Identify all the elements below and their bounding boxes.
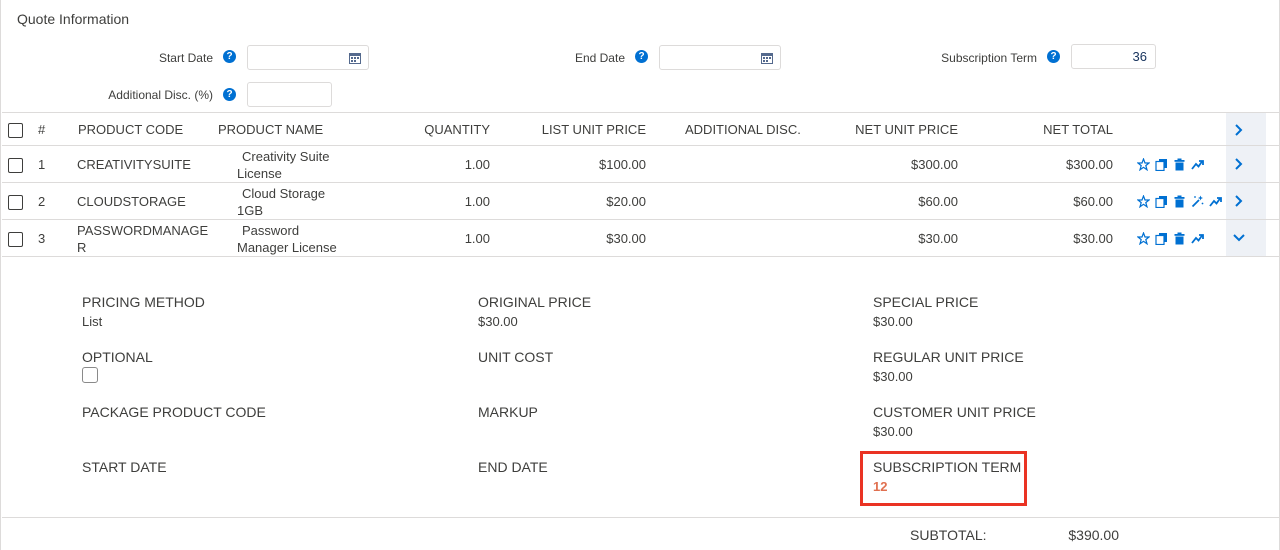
table-top-border (2, 112, 1280, 113)
start-date-help-icon[interactable]: ? (223, 50, 236, 63)
row-actions (1137, 232, 1204, 245)
additional-disc-label: Additional Disc. (%) (108, 88, 213, 102)
row-divider (2, 182, 1280, 183)
product-name: Creativity Suite License (237, 149, 330, 181)
net-total: $30.00 (1073, 231, 1113, 246)
row-actions (1137, 158, 1204, 171)
chevron-down-icon[interactable] (1232, 231, 1246, 245)
calendar-icon[interactable] (761, 52, 773, 64)
customer-unit-price-label: CUSTOMER UNIT PRICE (873, 404, 1036, 420)
quote-line-editor: Quote Information Start Date ? End Date … (0, 0, 1280, 550)
customer-unit-price-value: $30.00 (873, 424, 913, 439)
net-total: $300.00 (1066, 157, 1113, 172)
product-code: PASSWORDMANAGER (77, 223, 209, 255)
row-checkbox[interactable] (8, 232, 23, 247)
unit-cost-label: UNIT COST (478, 349, 554, 365)
list-unit-price: $100.00 (599, 157, 646, 172)
row-number: 1 (38, 157, 46, 172)
quantity[interactable]: 1.00 (390, 231, 490, 246)
trash-icon[interactable] (1173, 158, 1186, 171)
trend-icon[interactable] (1209, 195, 1222, 208)
package-product-code-label: PACKAGE PRODUCT CODE (82, 404, 266, 420)
subscription-term-value: 36 (1132, 49, 1147, 64)
list-unit-price: $20.00 (606, 194, 646, 209)
row-checkbox[interactable] (8, 158, 23, 173)
chevron-right-icon[interactable] (1232, 157, 1246, 171)
subtotal-value: $390.00 (1068, 527, 1119, 543)
row-divider (2, 219, 1280, 220)
trash-icon[interactable] (1173, 232, 1186, 245)
star-icon[interactable] (1137, 195, 1150, 208)
clone-icon[interactable] (1155, 232, 1168, 245)
subscription-term-label: Subscription Term (941, 51, 1037, 65)
quantity[interactable]: 1.00 (390, 194, 490, 209)
star-icon[interactable] (1137, 232, 1150, 245)
special-price-label: SPECIAL PRICE (873, 294, 979, 310)
end-date-help-icon[interactable]: ? (635, 50, 648, 63)
trend-icon[interactable] (1191, 158, 1204, 171)
net-unit-price: $60.00 (918, 194, 958, 209)
optional-checkbox[interactable] (82, 367, 98, 383)
trash-icon[interactable] (1173, 195, 1186, 208)
additional-disc-input[interactable] (247, 82, 332, 107)
calendar-icon[interactable] (349, 52, 361, 64)
star-icon[interactable] (1137, 158, 1150, 171)
original-price-value: $30.00 (478, 314, 518, 329)
end-date-detail-label: END DATE (478, 459, 548, 475)
row-number: 2 (38, 194, 46, 209)
end-date-input[interactable] (659, 45, 781, 70)
net-unit-price: $300.00 (911, 157, 958, 172)
list-unit-price: $30.00 (606, 231, 646, 246)
regular-unit-price-label: REGULAR UNIT PRICE (873, 349, 1024, 365)
product-code: CREATIVITYSUITE (77, 157, 191, 172)
header-list-unit-price[interactable]: LIST UNIT PRICE (506, 122, 646, 137)
summary-divider (2, 517, 1280, 518)
clone-icon[interactable] (1155, 158, 1168, 171)
subscription-term-help-icon[interactable]: ? (1047, 50, 1060, 63)
product-code: CLOUDSTORAGE (77, 194, 186, 209)
row-actions (1137, 195, 1222, 208)
row-number: 3 (38, 231, 46, 246)
start-date-label: Start Date (158, 51, 213, 65)
pricing-method-label: PRICING METHOD (82, 294, 205, 310)
magic-wand-icon[interactable] (1191, 195, 1204, 208)
header-quantity[interactable]: QUANTITY (390, 122, 490, 137)
trend-icon[interactable] (1191, 232, 1204, 245)
start-date-detail-label: START DATE (82, 459, 167, 475)
header-product-code[interactable]: PRODUCT CODE (78, 122, 183, 137)
start-date-input[interactable] (247, 45, 369, 70)
quantity[interactable]: 1.00 (390, 157, 490, 172)
subscription-term-input[interactable]: 36 (1071, 44, 1156, 69)
select-all-checkbox[interactable] (8, 123, 23, 138)
net-total: $60.00 (1073, 194, 1113, 209)
section-title: Quote Information (17, 11, 130, 27)
optional-label: OPTIONAL (82, 349, 153, 365)
header-net-unit-price[interactable]: NET UNIT PRICE (818, 122, 958, 137)
additional-disc-help-icon[interactable]: ? (223, 88, 236, 101)
markup-label: MARKUP (478, 404, 538, 420)
chevron-right-icon[interactable] (1232, 123, 1246, 137)
header-net-total[interactable]: NET TOTAL (993, 122, 1113, 137)
clone-icon[interactable] (1155, 195, 1168, 208)
original-price-label: ORIGINAL PRICE (478, 294, 592, 310)
product-name: Password Manager License (237, 223, 337, 255)
row-divider (2, 256, 1280, 257)
pricing-method-value: List (82, 314, 103, 329)
header-num: # (38, 122, 46, 137)
regular-unit-price-value: $30.00 (873, 369, 913, 384)
net-unit-price: $30.00 (918, 231, 958, 246)
table-header-border (2, 145, 1280, 146)
subtotal-label: SUBTOTAL: (910, 527, 987, 543)
header-additional-disc[interactable]: ADDITIONAL DISC. (685, 122, 801, 137)
special-price-value: $30.00 (873, 314, 913, 329)
row-checkbox[interactable] (8, 195, 23, 210)
highlight-box (860, 451, 1027, 506)
header-product-name[interactable]: PRODUCT NAME (218, 122, 323, 137)
chevron-right-icon[interactable] (1232, 194, 1246, 208)
product-name: Cloud Storage 1GB (237, 186, 326, 218)
end-date-label: End Date (574, 51, 625, 65)
